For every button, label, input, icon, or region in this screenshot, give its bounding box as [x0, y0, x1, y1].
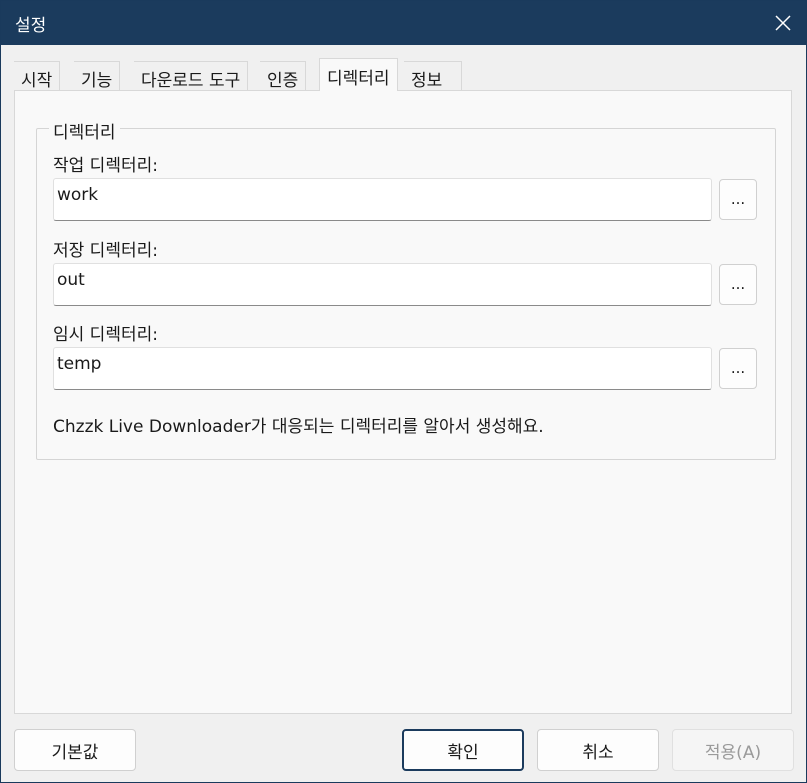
tab-directory[interactable]: 디렉터리: [319, 58, 398, 91]
temp-dir-browse-button[interactable]: ...: [719, 348, 757, 389]
directory-info-text: Chzzk Live Downloader가 대응되는 디렉터리를 알아서 생성…: [53, 417, 544, 437]
cancel-button[interactable]: 취소: [537, 729, 659, 771]
temp-dir-label: 임시 디렉터리:: [53, 325, 158, 345]
tab-download-tools[interactable]: 다운로드 도구: [134, 61, 249, 91]
work-dir-label: 작업 디렉터리:: [53, 156, 158, 176]
tab-panel-directory: 디렉터리 작업 디렉터리: work ... 저장 디렉터리: out ... …: [14, 90, 792, 714]
window-title: 설정: [15, 16, 47, 36]
work-dir-browse-button[interactable]: ...: [719, 179, 757, 220]
directory-groupbox: 디렉터리 작업 디렉터리: work ... 저장 디렉터리: out ... …: [36, 118, 776, 460]
ok-button[interactable]: 확인: [402, 729, 524, 771]
groupbox-title: 디렉터리: [49, 118, 120, 143]
settings-dialog: 설정 시작 기능 다운로드 도구 인증 디렉터리 정보 디렉터리 작업 디렉터리…: [0, 0, 807, 783]
tab-start[interactable]: 시작: [14, 61, 61, 91]
out-dir-label: 저장 디렉터리:: [53, 241, 158, 261]
dialog-body: 시작 기능 다운로드 도구 인증 디렉터리 정보 디렉터리 작업 디렉터리: w…: [1, 45, 806, 782]
temp-dir-input[interactable]: temp: [53, 347, 712, 390]
tab-info[interactable]: 정보: [404, 61, 462, 91]
defaults-button[interactable]: 기본값: [14, 729, 136, 771]
close-icon: [775, 15, 791, 31]
close-button[interactable]: [760, 1, 806, 45]
tab-features[interactable]: 기능: [74, 61, 121, 91]
tab-auth[interactable]: 인증: [260, 61, 307, 91]
apply-button[interactable]: 적용(A): [672, 729, 794, 771]
out-dir-browse-button[interactable]: ...: [719, 264, 757, 305]
out-dir-input[interactable]: out: [53, 263, 712, 306]
work-dir-input[interactable]: work: [53, 178, 712, 221]
title-bar: 설정: [1, 1, 806, 45]
